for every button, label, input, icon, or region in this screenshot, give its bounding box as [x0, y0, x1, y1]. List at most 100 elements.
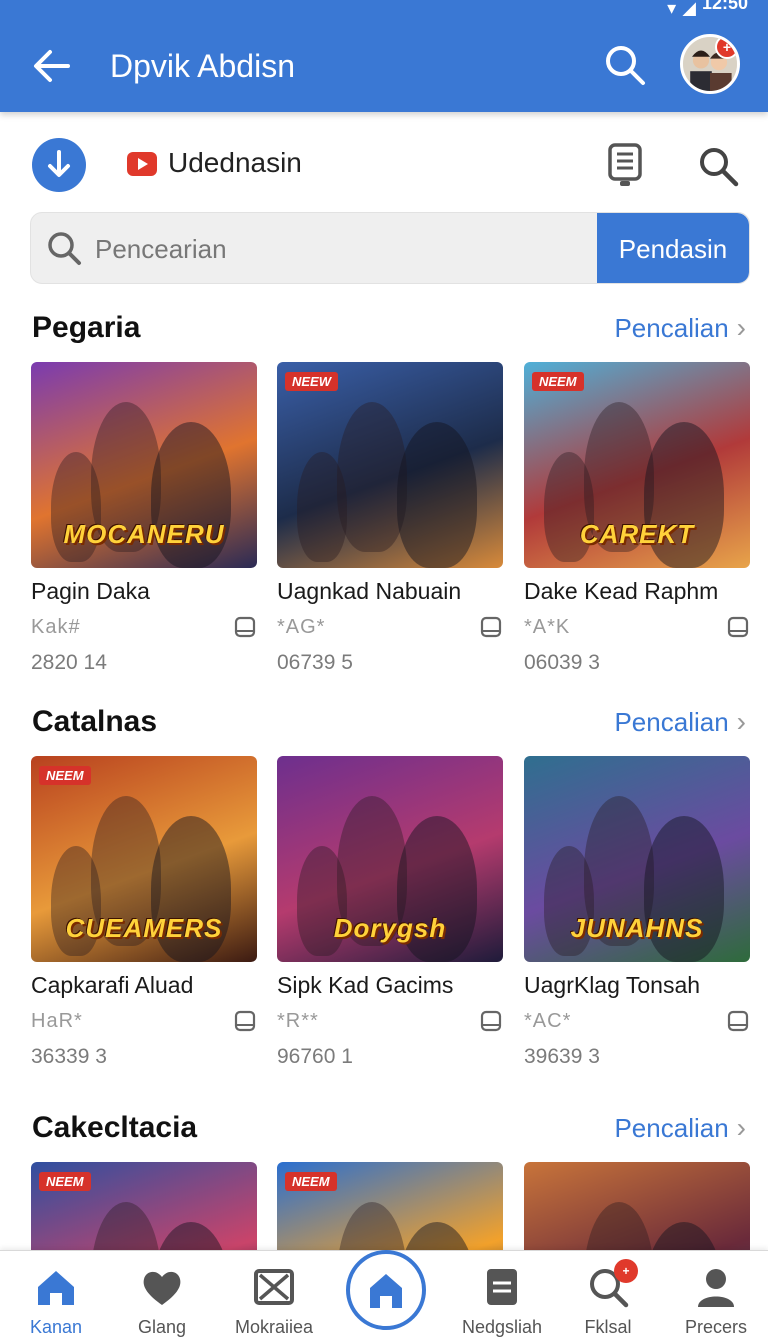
nav-label: Fklsal: [584, 1317, 632, 1337]
device-icon: [234, 1010, 256, 1032]
wifi-icon: ▾: [667, 0, 677, 16]
tool-row: Udednasin: [0, 118, 768, 208]
game-download-count: 96760 1: [277, 1045, 353, 1068]
section-title: Catalnas: [32, 705, 158, 738]
chevron-right-icon: ›: [736, 706, 746, 737]
download-button[interactable]: [32, 138, 86, 192]
home-center-icon: [370, 1274, 402, 1308]
game-title: Dake Kead Raphm: [524, 578, 719, 604]
game-meta: Kak#: [31, 612, 257, 642]
back-arrow-icon[interactable]: [30, 44, 74, 88]
game-card[interactable]: JUNAHNS UagrKlag Tonsah *AC* 39639 3: [524, 756, 750, 1072]
nav-item-fklsal[interactable]: + Fklsal: [556, 1259, 660, 1339]
status-time: 12:50: [701, 0, 748, 13]
game-thumbnail: Dorygsh: [277, 756, 503, 962]
new-badge: NEEW: [285, 372, 338, 391]
game-card[interactable]: NEEW Uagnkad Nabuain *AG* 06739 5: [277, 362, 503, 678]
game-meta: *AC*: [524, 1006, 750, 1036]
game-thumbnail: JUNAHNS: [524, 756, 750, 962]
search-icon: [48, 232, 81, 265]
game-logo-text: JUNAHNS: [570, 913, 704, 943]
heart-icon: [143, 1271, 181, 1305]
character-figure: [297, 452, 347, 562]
game-thumbnail: NEEM CAREKT: [524, 362, 750, 568]
see-all-label: Pencalian: [614, 707, 729, 737]
character-figure: [337, 402, 407, 552]
download-icon: [48, 150, 70, 177]
document-icon[interactable]: [604, 142, 646, 188]
nav-label: Glang: [137, 1317, 187, 1337]
person-icon: [698, 1269, 734, 1307]
character-figure: [397, 422, 477, 568]
search-icon[interactable]: [696, 144, 740, 188]
status-bar: ▾ ◢ 12:50: [667, 0, 748, 16]
play-logo-icon: [127, 152, 157, 176]
image-icon: [254, 1269, 294, 1305]
see-all-link[interactable]: Pencalian ›: [614, 1110, 746, 1146]
device-icon: [234, 616, 256, 638]
game-meta: *A*K: [524, 612, 750, 642]
nav-item-mokraiiea[interactable]: Mokraiiea: [222, 1265, 326, 1339]
game-rating: *A*K: [524, 616, 571, 638]
document-icon: [487, 1269, 517, 1305]
nav-item-nedgsliah[interactable]: Nedgsliah: [450, 1265, 554, 1339]
game-card[interactable]: Dorygsh Sipk Kad Gacims *R** 96760 1: [277, 756, 503, 1072]
nav-item-precers[interactable]: Precers: [664, 1265, 768, 1339]
game-title: Capkarafi Aluad: [31, 972, 194, 998]
nav-home-center-button[interactable]: [346, 1250, 426, 1330]
game-title: Pagin Daka: [31, 578, 150, 604]
game-rating: *R**: [277, 1010, 319, 1032]
channel-label: Udednasin: [168, 147, 302, 178]
app-bar: ▾ ◢ 12:50 Dpvik Abdisn +: [0, 0, 768, 112]
game-card[interactable]: NEEM CUEAMERS Capkarafi Aluad HaR* 36339 3: [31, 756, 257, 1072]
section-title: Cakecltacia: [32, 1111, 198, 1144]
game-rating: HaR*: [31, 1010, 83, 1032]
nav-label: Precers: [684, 1317, 747, 1337]
see-all-label: Pencalian: [614, 1113, 729, 1143]
signal-icon: ◢: [682, 0, 696, 16]
chevron-right-icon: ›: [736, 1112, 746, 1143]
see-all-link[interactable]: Pencalian ›: [614, 704, 746, 740]
nav-item-kanan[interactable]: Kanan: [4, 1265, 108, 1339]
game-meta: HaR*: [31, 1006, 257, 1036]
chevron-right-icon: ›: [736, 312, 746, 343]
game-download-count: 06039 3: [524, 651, 600, 674]
game-download-count: 2820 14: [31, 651, 107, 674]
game-rating: *AC*: [524, 1010, 572, 1032]
game-download-count: 39639 3: [524, 1045, 600, 1068]
game-meta: *R**: [277, 1006, 503, 1036]
nav-label: Kanan: [29, 1317, 83, 1337]
game-logo-text: CAREKT: [579, 519, 695, 549]
nav-label: Nedgsliah: [461, 1317, 543, 1337]
notification-badge: +: [614, 1259, 638, 1283]
new-badge: NEEM: [39, 1172, 91, 1191]
search-input[interactable]: [95, 227, 585, 271]
game-card[interactable]: MOCANERU Pagin Daka Kak# 2820 14: [31, 362, 257, 678]
nav-item-glang[interactable]: Glang: [110, 1265, 214, 1339]
device-icon: [727, 1010, 749, 1032]
see-all-label: Pencalian: [614, 313, 729, 343]
avatar-badge: +: [715, 37, 737, 59]
game-logo-text: MOCANERU: [63, 519, 225, 549]
game-card[interactable]: NEEM CAREKT Dake Kead Raphm *A*K 06039 3: [524, 362, 750, 678]
game-rating: Kak#: [31, 616, 81, 638]
device-icon: [727, 616, 749, 638]
search-icon[interactable]: [602, 42, 648, 88]
avatar[interactable]: +: [680, 34, 740, 94]
game-title: UagrKlag Tonsah: [524, 972, 701, 998]
search-bar: Pendasin: [30, 212, 750, 284]
new-badge: NEEM: [39, 766, 91, 785]
game-rating: *AG*: [277, 616, 326, 638]
game-logo-text: Dorygsh: [333, 913, 447, 943]
game-logo-text: CUEAMERS: [65, 913, 223, 943]
device-icon: [480, 616, 502, 638]
home-icon: [38, 1271, 74, 1305]
see-all-link[interactable]: Pencalian ›: [614, 310, 746, 346]
game-thumbnail: NEEW: [277, 362, 503, 568]
game-thumbnail: NEEM CUEAMERS: [31, 756, 257, 962]
game-title: Uagnkad Nabuain: [277, 578, 462, 604]
game-download-count: 06739 5: [277, 651, 353, 674]
section-title: Pegaria: [32, 311, 141, 344]
new-badge: NEEM: [532, 372, 584, 391]
search-button[interactable]: Pendasin: [597, 213, 749, 283]
